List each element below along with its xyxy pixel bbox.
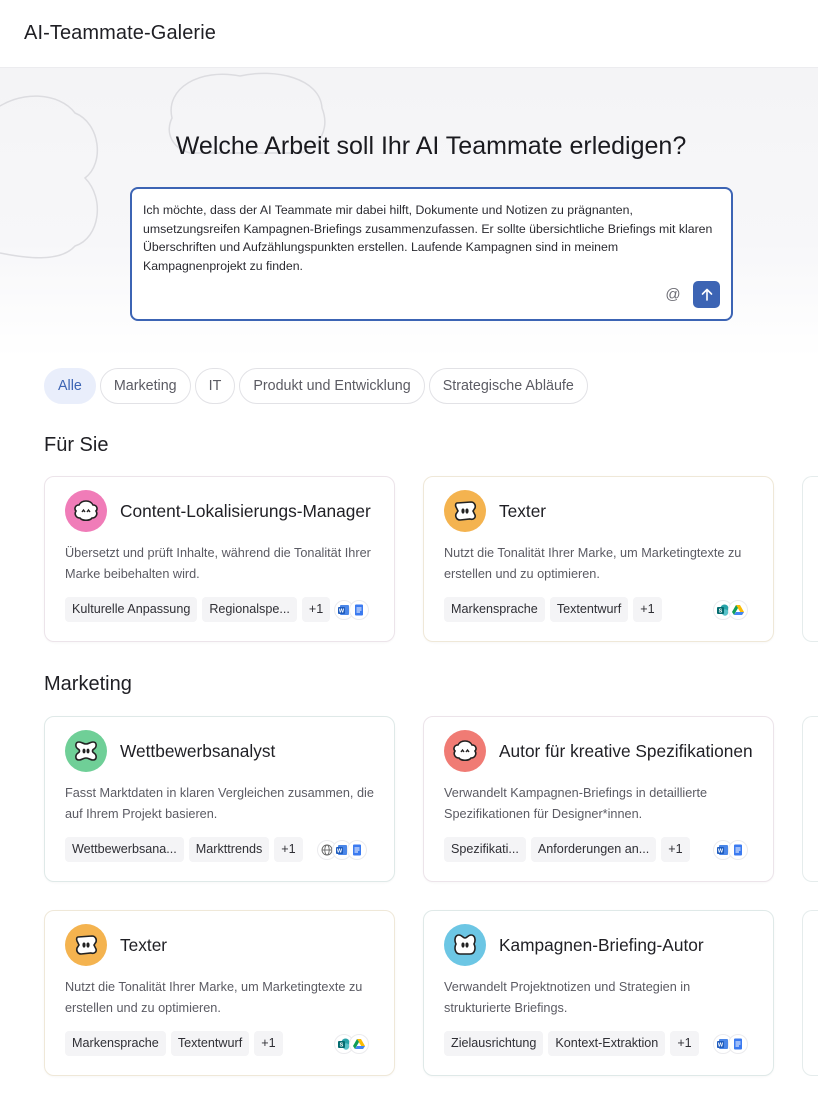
drive-icon [349,1033,369,1054]
filter-alle[interactable]: Alle [44,368,96,404]
avatar [444,490,486,532]
teammate-card[interactable]: Autor für kreative Spezifikationen Verwa… [423,716,774,882]
page-title: AI-Teammate-Galerie [24,22,216,44]
avatar [65,730,107,772]
card-description: Fasst Marktdaten in klaren Vergleichen z… [65,786,374,821]
teammate-card[interactable]: Kampagnen-Briefing-Autor Verwandelt Proj… [423,910,774,1076]
docs-icon [728,1033,748,1054]
arrow-up-icon [701,288,712,301]
teammate-card[interactable]: Texter Nutzt die Tonalität Ihrer Marke, … [423,476,774,642]
card-title: Kampagnen-Briefing-Autor [499,934,704,955]
filter-marketing[interactable]: Marketing [99,368,191,404]
card-description: Verwandelt Kampagnen-Briefings in detail… [444,786,708,821]
card-title: Autor für kreative Spezifikationen [499,740,753,761]
docs-icon [728,839,748,860]
tag-more: +1 [254,1031,283,1056]
mascot-icon [74,500,98,522]
section-title-for-you: Für Sie [44,434,109,456]
mascot-icon [75,741,97,761]
card-description: Verwandelt Projektnotizen und Strategien… [444,980,691,1015]
mascot-icon [454,501,477,521]
tag: Textentwurf [170,1031,250,1056]
send-button[interactable] [693,281,720,308]
partial-card[interactable] [802,910,818,1076]
partial-card[interactable] [802,476,818,642]
prompt-text[interactable]: Ich möchte, dass der AI Teammate mir dab… [143,201,720,275]
mention-button[interactable]: @ [665,287,681,303]
tag-more: +1 [274,837,303,862]
card-description: Nutzt die Tonalität Ihrer Marke, um Mark… [65,980,363,1015]
svg-text:W: W [718,848,724,854]
docs-icon [347,839,367,860]
category-filters: Alle Marketing IT Produkt und Entwicklun… [44,368,588,404]
tag: Regionalspe... [202,597,297,622]
card-title: Texter [499,500,547,521]
tag: Markensprache [444,597,545,622]
svg-text:W: W [718,1042,724,1048]
tag: Kontext-Extraktion [548,1031,666,1056]
tag: Zielausrichtung [444,1031,544,1056]
svg-text:W: W [337,848,343,854]
card-title: Wettbewerbsanalyst [120,740,276,761]
svg-text:W: W [339,608,345,614]
tag-more: +1 [633,597,662,622]
hero-section: Welche Arbeit soll Ihr AI Teammate erled… [0,68,818,358]
drive-icon [728,599,748,620]
tag-more: +1 [661,837,690,862]
avatar [65,490,107,532]
mascot-icon [75,935,98,955]
tag: Markttrends [188,837,270,862]
tag: Spezifikati... [444,837,526,862]
teammate-card[interactable]: Wettbewerbsanalyst Fasst Marktdaten in k… [44,716,395,882]
card-description: Nutzt die Tonalität Ihrer Marke, um Mark… [444,546,742,581]
mascot-icon [454,934,476,955]
svg-text:S: S [719,608,723,614]
teammate-card[interactable]: Texter Nutzt die Tonalität Ihrer Marke, … [44,910,395,1076]
tag: Anforderungen an... [530,837,657,862]
filter-produkt[interactable]: Produkt und Entwicklung [239,368,425,404]
hero-heading: Welche Arbeit soll Ihr AI Teammate erled… [175,132,687,160]
avatar [444,924,486,966]
mascot-icon [453,740,477,762]
card-description: Übersetzt und prüft Inhalte, während die… [65,546,371,581]
top-bar: AI-Teammate-Galerie [0,0,818,68]
avatar [65,924,107,966]
tag: Kulturelle Anpassung [65,597,198,622]
svg-text:S: S [340,1042,344,1048]
filter-strategie[interactable]: Strategische Abläufe [428,368,588,404]
card-title: Content-Lokalisierungs-Manager [120,500,371,521]
docs-icon [349,599,369,620]
tag-more: +1 [301,597,331,622]
tag: Textentwurf [549,597,629,622]
tag: Wettbewerbsana... [65,837,184,862]
filter-it[interactable]: IT [194,368,236,404]
prompt-textarea[interactable]: Ich möchte, dass der AI Teammate mir dab… [130,187,733,321]
tag: Markensprache [65,1031,166,1056]
section-title-marketing: Marketing [44,673,132,695]
card-title: Texter [120,934,168,955]
avatar [444,730,486,772]
teammate-card[interactable]: Content-Lokalisierungs-Manager Übersetzt… [44,476,395,642]
partial-card[interactable] [802,716,818,882]
tag-more: +1 [670,1031,699,1056]
